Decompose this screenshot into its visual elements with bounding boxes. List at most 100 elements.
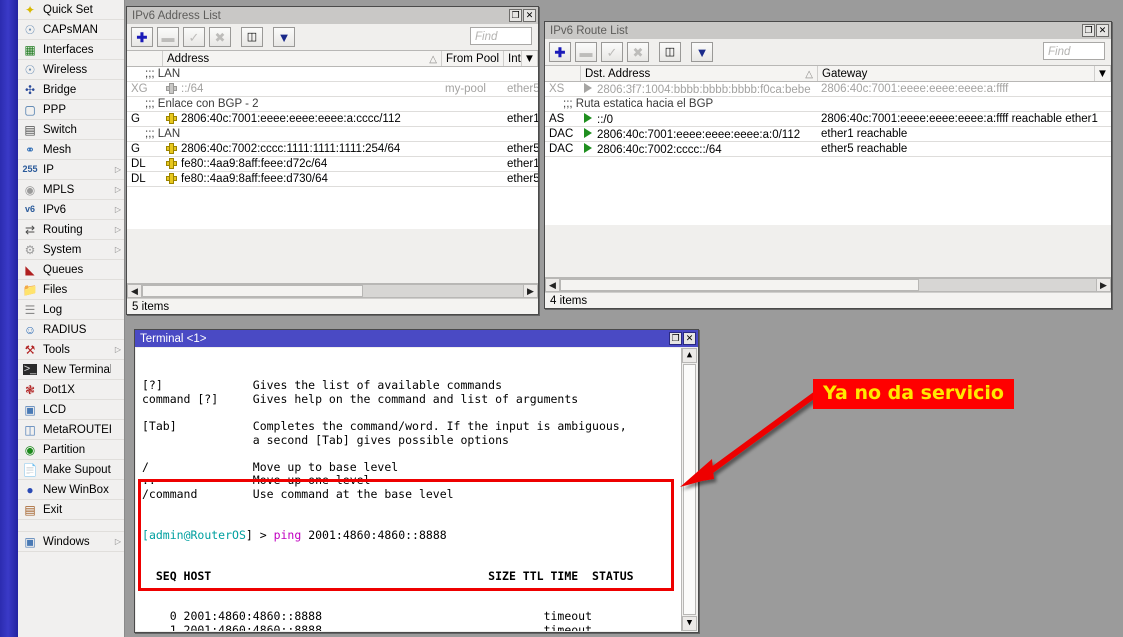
sidebar-item-capsman[interactable]: ☉CAPsMAN [18, 20, 124, 40]
address-scroll-track[interactable] [142, 284, 523, 298]
table-row-comment[interactable]: ;;; LAN [127, 67, 538, 82]
remove-button[interactable]: ▬ [575, 42, 597, 62]
add-button[interactable]: ✚ [549, 42, 571, 62]
table-row[interactable]: AS::/02806:40c:7001:eeee:eeee:eeee:a:fff… [545, 112, 1111, 127]
route-scroll-track[interactable] [560, 278, 1096, 292]
column-gateway[interactable]: Gateway [818, 66, 1095, 81]
sidebar-item-exit[interactable]: ▤Exit [18, 500, 124, 520]
sidebar-item-switch[interactable]: ▤Switch [18, 120, 124, 140]
sidebar-item-partition[interactable]: ◉Partition [18, 440, 124, 460]
sidebar-item-ipv6[interactable]: v6IPv6▷ [18, 200, 124, 220]
comment-button[interactable]: ◫ [659, 42, 681, 62]
table-row[interactable]: G2806:40c:7002:cccc:1111:1111:1111:254/6… [127, 142, 538, 157]
enable-button[interactable]: ✓ [601, 42, 623, 62]
sidebar-item-routing[interactable]: ⇄Routing▷ [18, 220, 124, 240]
sidebar-item-dot1x[interactable]: ❃Dot1X [18, 380, 124, 400]
table-row[interactable]: G 2806:40c:7001:eeee:eeee:eeee:a:cccc/112… [127, 112, 538, 127]
disable-button[interactable]: ✖ [627, 42, 649, 62]
row-address-text: 2806:40c:7001:eeee:eeee:eeee:a:cccc/112 [181, 113, 401, 125]
column-flags [545, 66, 581, 81]
address-window-titlebar[interactable]: IPv6 Address List ❐ ✕ [127, 7, 538, 24]
column-address[interactable]: Address △ [163, 51, 442, 66]
scroll-down-icon[interactable]: ▼ [682, 616, 697, 631]
sidebar-item-label: Windows [43, 536, 111, 548]
terminal-titlebar[interactable]: Terminal <1> ❐ ✕ [135, 330, 698, 347]
table-row-comment[interactable]: ;;; Ruta estatica hacia el BGP [545, 97, 1111, 112]
disable-button[interactable]: ✖ [209, 27, 231, 47]
maximize-icon[interactable]: ❐ [1082, 24, 1095, 37]
sidebar-item-ppp[interactable]: ▢PPP [18, 100, 124, 120]
table-row-comment[interactable]: ;;; Enlace con BGP - 2 [127, 97, 538, 112]
sidebar-item-lcd[interactable]: ▣LCD [18, 400, 124, 420]
address-table-body: ;;; LANXG::/64my-poolether5;;; Enlace co… [127, 67, 538, 229]
filter-button[interactable]: ▼ [691, 42, 713, 62]
row-address: 2806:40c:7001:eeee:eeee:eeee:a:cccc/112 [163, 113, 442, 125]
route-window-titlebar[interactable]: IPv6 Route List ❐ ✕ [545, 22, 1111, 39]
sidebar-item-log[interactable]: ☰Log [18, 300, 124, 320]
column-interface[interactable]: Interf [504, 51, 522, 66]
sidebar-item-system[interactable]: ⚙System▷ [18, 240, 124, 260]
sidebar-item-mesh[interactable]: ⚭Mesh [18, 140, 124, 160]
terminal-vertical-scrollbar[interactable]: ▲ ▼ [681, 348, 697, 631]
scroll-left-icon[interactable]: ◀ [127, 284, 142, 298]
filter-button[interactable]: ▼ [273, 27, 295, 47]
sidebar-item-queues[interactable]: ◣Queues [18, 260, 124, 280]
ipv6-address-list-window[interactable]: IPv6 Address List ❐ ✕ ✚ ▬ ✓ ✖ ◫ ▼ Find A… [126, 6, 539, 315]
remove-button[interactable]: ▬ [157, 27, 179, 47]
scroll-right-icon[interactable]: ▶ [1096, 278, 1111, 292]
sidebar-item-tools[interactable]: ⚒Tools▷ [18, 340, 124, 360]
maximize-icon[interactable]: ❐ [669, 332, 682, 345]
terminal-help-line: [Tab] Completes the command/word. If the… [142, 420, 677, 434]
route-active-icon [584, 83, 592, 93]
table-row-comment[interactable]: ;;; LAN [127, 127, 538, 142]
sidebar-item-wireless[interactable]: ☉Wireless [18, 60, 124, 80]
route-scroll-thumb[interactable] [560, 279, 919, 291]
sidebar-item-bridge[interactable]: ✣Bridge [18, 80, 124, 100]
table-row[interactable]: DLfe80::4aa9:8aff:feee:d72c/64ether1 [127, 157, 538, 172]
column-chooser-icon[interactable]: ▼ [1095, 66, 1111, 81]
comment-button[interactable]: ◫ [241, 27, 263, 47]
terminal-output[interactable]: [?] Gives the list of available commands… [136, 348, 697, 631]
column-dst-address[interactable]: Dst. Address △ [581, 66, 818, 81]
sidebar-item-metarouter[interactable]: ◫MetaROUTER [18, 420, 124, 440]
sort-ascending-icon: △ [429, 52, 437, 66]
winbox-side-strip: RouterOS WinBox [0, 0, 18, 637]
sidebar-item-windows[interactable]: ▣Windows▷ [18, 532, 124, 552]
address-scroll-thumb[interactable] [142, 285, 363, 297]
table-row[interactable]: XS2806:3f7:1004:bbbb:bbbb:bbbb:f0ca:bebe… [545, 82, 1111, 97]
sidebar-item-mpls[interactable]: ◉MPLS▷ [18, 180, 124, 200]
table-row[interactable]: XG::/64my-poolether5 [127, 82, 538, 97]
table-row[interactable]: DLfe80::4aa9:8aff:feee:d730/64ether5 [127, 172, 538, 187]
column-chooser-icon[interactable]: ▼ [522, 51, 538, 66]
address-find-input[interactable]: Find [470, 27, 532, 45]
sidebar-item-new-winbox[interactable]: ●New WinBox [18, 480, 124, 500]
table-row[interactable]: DAC2806:40c:7001:eeee:eeee:eeee:a:0/112e… [545, 127, 1111, 142]
sidebar-item-radius[interactable]: ☺RADIUS [18, 320, 124, 340]
sidebar-item-files[interactable]: 📁Files [18, 280, 124, 300]
route-find-input[interactable]: Find [1043, 42, 1105, 60]
add-button[interactable]: ✚ [131, 27, 153, 47]
terminal-window[interactable]: Terminal <1> ❐ ✕ [?] Gives the list of a… [134, 329, 699, 633]
route-horizontal-scrollbar[interactable]: ◀ ▶ [545, 277, 1111, 292]
scroll-up-icon[interactable]: ▲ [682, 348, 697, 363]
column-from-pool[interactable]: From Pool [442, 51, 504, 66]
scroll-right-icon[interactable]: ▶ [523, 284, 538, 298]
scroll-left-icon[interactable]: ◀ [545, 278, 560, 292]
table-row[interactable]: DAC2806:40c:7002:cccc::/64ether5 reachab… [545, 142, 1111, 157]
sidebar-item-make-supout-rif[interactable]: 📄Make Supout.rif [18, 460, 124, 480]
row-address-text: fe80::4aa9:8aff:feee:d730/64 [181, 173, 328, 185]
enable-button[interactable]: ✓ [183, 27, 205, 47]
close-icon[interactable]: ✕ [523, 9, 536, 22]
row-address-text: ::/64 [181, 83, 203, 95]
sidebar-item-interfaces[interactable]: ▦Interfaces [18, 40, 124, 60]
address-horizontal-scrollbar[interactable]: ◀ ▶ [127, 283, 538, 298]
terminal-scroll-thumb[interactable] [683, 364, 696, 615]
row-flags: G [127, 113, 163, 125]
sidebar-item-ip[interactable]: 255IP▷ [18, 160, 124, 180]
close-icon[interactable]: ✕ [683, 332, 696, 345]
ipv6-route-list-window[interactable]: IPv6 Route List ❐ ✕ ✚ ▬ ✓ ✖ ◫ ▼ Find Dst… [544, 21, 1112, 309]
sidebar-item-quick-set[interactable]: ✦Quick Set [18, 0, 124, 20]
maximize-icon[interactable]: ❐ [509, 9, 522, 22]
close-icon[interactable]: ✕ [1096, 24, 1109, 37]
sidebar-item-new-terminal[interactable]: >_New Terminal [18, 360, 124, 380]
